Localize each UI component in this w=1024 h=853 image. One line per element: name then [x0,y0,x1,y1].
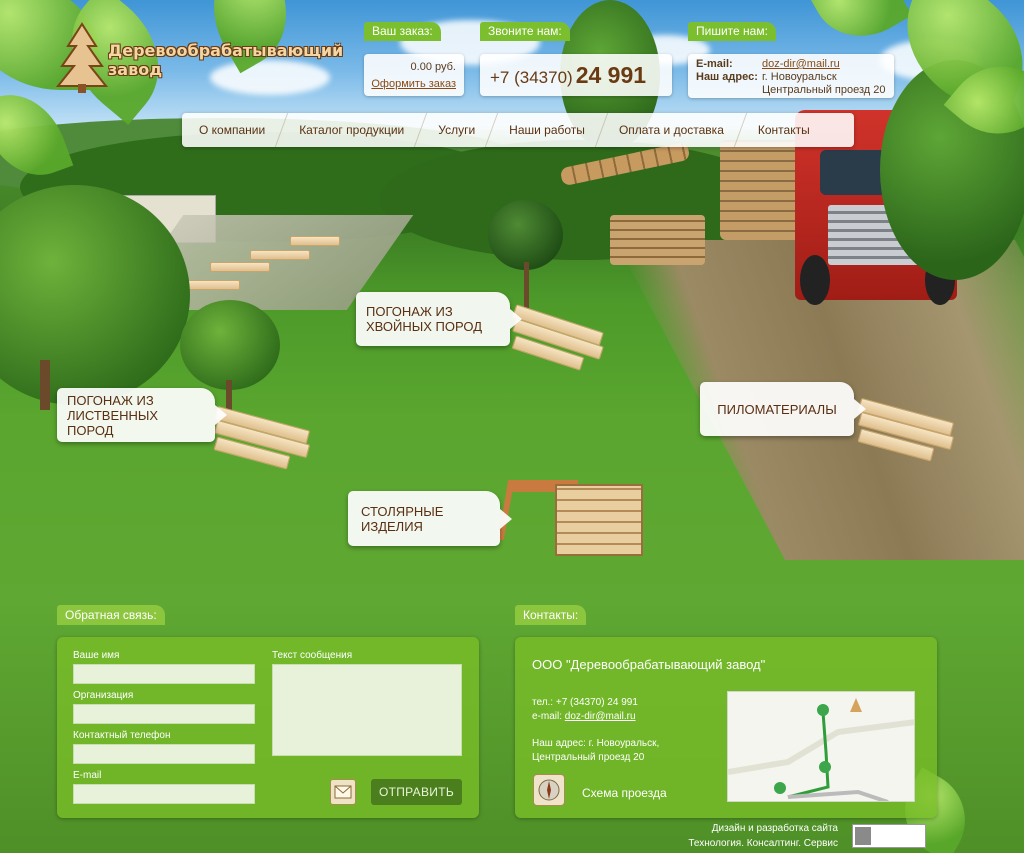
phone-input[interactable] [73,744,255,764]
email-field-label: E-mail [73,770,102,781]
directions-link[interactable]: Схема проезда [582,786,667,800]
logo-line-1: Деревообрабатывающий [108,41,344,60]
site-logo[interactable]: Деревообрабатывающий завод [56,22,346,94]
email-label: E-mail: [696,58,733,70]
main-nav: О компании Каталог продукции Услуги Наши… [182,113,854,147]
email-link[interactable]: doz-dir@mail.ru [762,58,840,70]
feedback-title: Обратная связь: [57,605,165,625]
nav-item-catalog[interactable]: Каталог продукции [282,113,421,147]
contacts-address-1: Наш адрес: г. Новоуральск, [532,738,660,749]
send-button[interactable]: ОТПРАВИТЬ [371,779,462,805]
order-box: 0.00 руб. Оформить заказ [364,54,464,96]
contacts-email-link[interactable]: doz-dir@mail.ru [565,711,636,722]
location-map[interactable] [727,691,915,802]
nav-item-services[interactable]: Услуги [421,113,492,147]
compass-icon[interactable] [533,774,565,806]
message-textarea[interactable] [272,664,462,756]
mail-title: Пишите нам: [688,22,776,41]
credit-line-1[interactable]: Дизайн и разработка сайта [712,823,838,834]
org-label: Организация [73,690,134,701]
phone-title: Звоните нам: [480,22,570,41]
phone-label: Контактный телефон [73,730,171,741]
message-label: Текст сообщения [272,650,353,661]
credit-line-2[interactable]: Технология. Консалтинг. Сервис [688,838,838,849]
order-sum: 0.00 руб. [410,61,456,73]
envelope-icon [330,779,356,805]
order-title: Ваш заказ: [364,22,441,41]
checkout-link[interactable]: Оформить заказ [364,78,456,90]
contacts-phone-row: тел.: +7 (34370) 24 991 [532,697,638,708]
nav-item-about[interactable]: О компании [182,113,282,147]
counter-bar-icon [855,827,871,845]
product-joinery-link[interactable]: Столярные изделия [348,491,512,546]
address-line-2: Центральный проезд 20 [762,84,886,96]
org-input[interactable] [73,704,255,724]
product-softwood-link[interactable]: Погонаж из хвойных пород [356,292,522,346]
phone-number: 24 991 [575,62,647,88]
product-lumber-link[interactable]: Пиломатериалы [700,382,866,436]
company-name: ООО "Деревообрабатывающий завод" [532,657,766,672]
product-hardwood-link[interactable]: Погонаж из лиственных пород [57,388,227,442]
contacts-phone: +7 (34370) 24 991 [555,697,638,708]
nav-item-works[interactable]: Наши работы [492,113,602,147]
contacts-address-2: Центральный проезд 20 [532,752,645,763]
email-field[interactable] [73,784,255,804]
phone-code: +7 (34370) [490,68,573,87]
contacts-phone-label: тел.: [532,697,554,708]
nav-item-contacts[interactable]: Контакты [741,113,827,147]
name-input[interactable] [73,664,255,684]
name-label: Ваше имя [73,650,120,661]
contacts-email-row: e-mail: doz-dir@mail.ru [532,711,636,722]
contacts-title: Контакты: [515,605,587,625]
phone-box: +7 (34370) 24 991 [480,54,672,96]
mail-box: E-mail: doz-dir@mail.ru Наш адрес: г. Ново… [688,54,894,98]
contacts-email-label: e-mail: [532,711,563,722]
address-label: Наш адрес: [696,71,758,83]
visitor-counter[interactable] [852,824,926,848]
logo-line-2: завод [108,60,163,79]
address-line-1: г. Новоуральск [762,71,837,83]
fir-tree-icon [56,22,108,93]
nav-item-payment[interactable]: Оплата и доставка [602,113,741,147]
